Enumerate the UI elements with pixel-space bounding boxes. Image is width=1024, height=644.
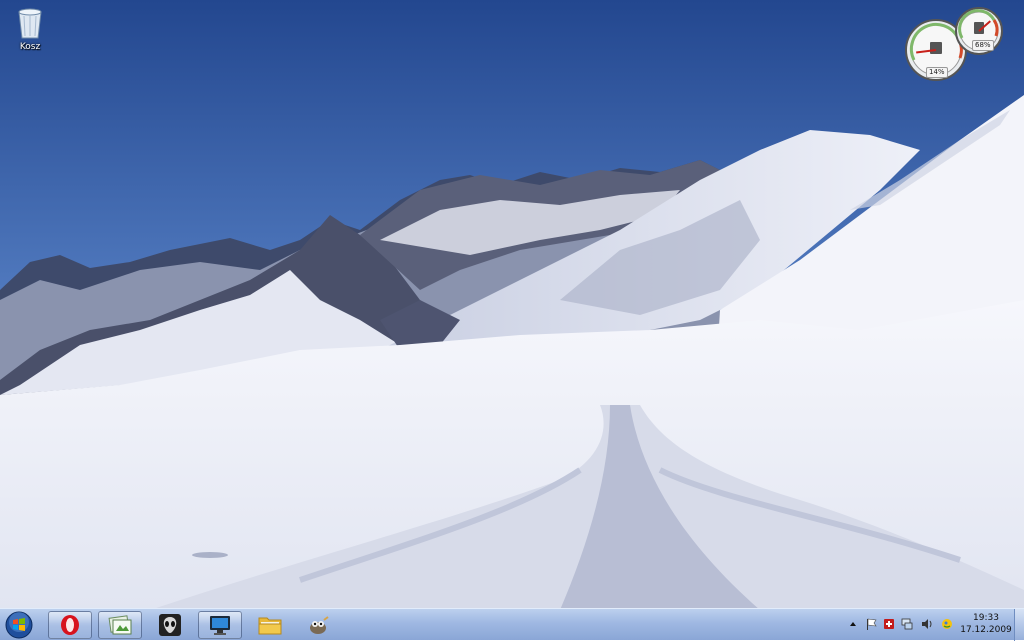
photo-gallery-icon [108, 615, 132, 635]
messenger-icon[interactable] [941, 618, 953, 630]
monitor-icon [210, 616, 230, 635]
network-icon[interactable] [901, 618, 913, 630]
gimp-icon [310, 616, 329, 634]
desktop-wallpaper[interactable] [0, 0, 1024, 640]
clock-date: 17.12.2009 [960, 625, 1012, 635]
taskbar-item-opera[interactable] [48, 611, 92, 639]
taskbar-item-monitor[interactable] [198, 611, 242, 639]
volume-icon[interactable] [921, 618, 933, 630]
desktop-icon-recycle-bin[interactable]: Kosz [10, 6, 50, 52]
taskbar-item-photo-gallery[interactable] [98, 611, 142, 639]
cpu-meter-gadget[interactable]: 14% 68% [904, 6, 1006, 82]
show-desktop-button[interactable] [1014, 609, 1024, 641]
opera-icon [61, 615, 79, 635]
start-button[interactable] [4, 610, 36, 640]
clock-time: 19:33 [973, 613, 999, 623]
desktop-icon-label: Kosz [19, 42, 41, 52]
taskbar-item-explorer[interactable] [248, 611, 292, 639]
alien-icon [159, 614, 181, 636]
taskbar: 19:33 17.12.2009 [0, 608, 1024, 641]
windows-start-orb [5, 611, 33, 639]
show-hidden-icons-icon[interactable] [847, 618, 859, 630]
folder-icon [258, 617, 282, 635]
system-clock[interactable]: 19:33 17.12.2009 [958, 612, 1014, 636]
antivirus-icon[interactable] [883, 618, 895, 630]
taskbar-item-alien[interactable] [148, 611, 192, 639]
cpu-percent-label: 14% [926, 67, 948, 78]
flag-icon[interactable] [865, 618, 877, 630]
taskbar-item-gimp[interactable] [296, 611, 340, 639]
recycle-bin-icon [18, 8, 42, 39]
memory-percent-label: 68% [972, 40, 994, 51]
